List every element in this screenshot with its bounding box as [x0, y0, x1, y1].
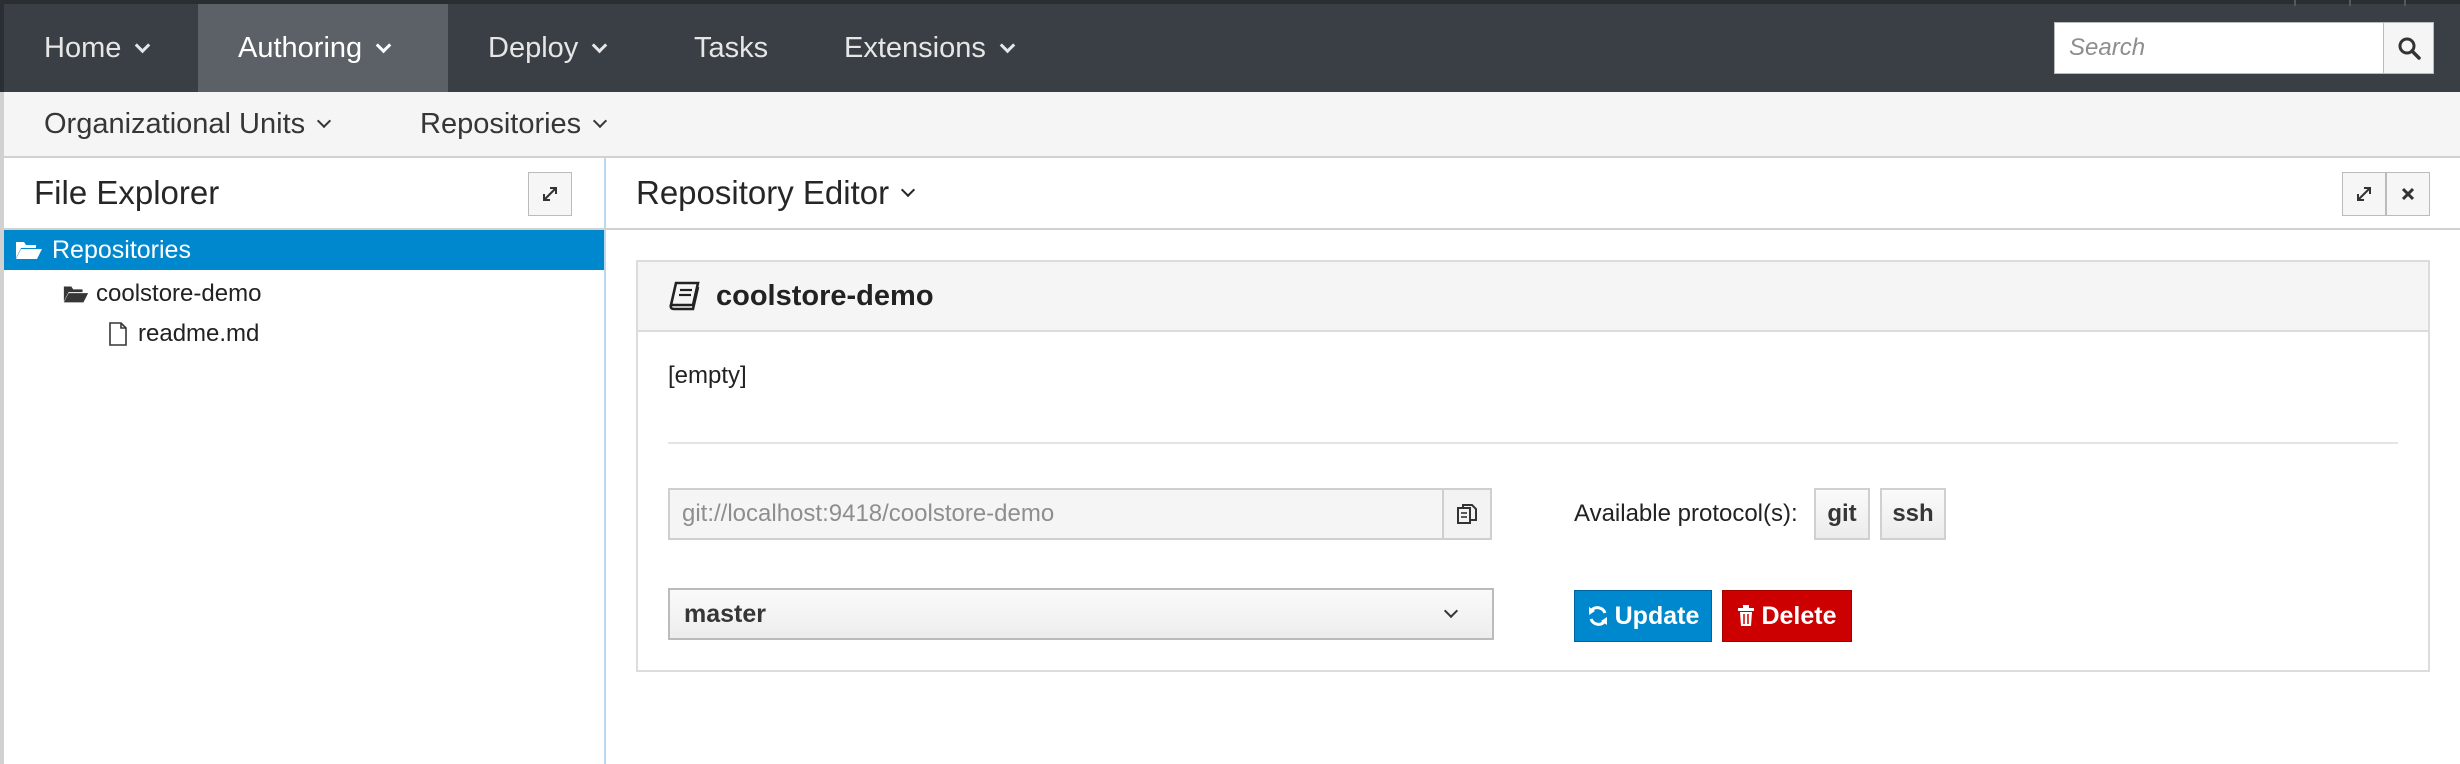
- clone-url-field[interactable]: [668, 488, 1442, 540]
- chevron-down-icon: [999, 37, 1016, 53]
- nav-tasks-label: Tasks: [694, 31, 769, 64]
- chevron-down-icon: [593, 113, 608, 129]
- search-icon: [2398, 37, 2421, 60]
- nav-authoring-label: Authoring: [238, 31, 363, 64]
- copy-url-button[interactable]: [1442, 488, 1492, 540]
- tree-item-coolstore-demo[interactable]: coolstore-demo: [62, 280, 261, 308]
- copy-icon: [1457, 504, 1477, 524]
- nav-deploy[interactable]: Deploy: [448, 4, 645, 92]
- tree-item-label: coolstore-demo: [96, 280, 262, 307]
- nav-extensions[interactable]: Extensions: [804, 4, 1053, 92]
- nav-home-label: Home: [44, 31, 122, 64]
- clone-url-group: [668, 488, 1492, 540]
- chevron-down-icon: [1443, 603, 1459, 619]
- expand-icon: [543, 187, 557, 201]
- update-button[interactable]: Update: [1574, 590, 1712, 642]
- trash-icon: [1737, 605, 1755, 627]
- repository-editor-panel: Repository Editor coolstore-demo [empty]: [606, 158, 2460, 764]
- protocol-git-button[interactable]: git: [1814, 488, 1870, 540]
- branch-select[interactable]: master: [668, 588, 1494, 640]
- search-input[interactable]: [2054, 22, 2384, 74]
- update-button-label: Update: [1614, 601, 1700, 630]
- file-explorer-panel: File Explorer Repositories coolstore-dem…: [0, 158, 606, 764]
- repository-card: coolstore-demo [empty] Available protoco…: [636, 260, 2430, 672]
- folder-open-icon: [63, 286, 89, 303]
- refresh-icon: [1587, 605, 1609, 627]
- repository-card-header: coolstore-demo: [638, 262, 2428, 332]
- book-icon: [669, 281, 700, 311]
- strip-divider: [2294, 0, 2296, 6]
- card-divider: [668, 442, 2398, 444]
- nav-deploy-label: Deploy: [488, 31, 579, 64]
- secondary-navbar: Organizational Units Repositories: [0, 92, 2460, 158]
- nav-home[interactable]: Home: [4, 4, 202, 92]
- chevron-down-icon: [375, 37, 392, 53]
- repository-name: coolstore-demo: [716, 279, 934, 312]
- file-explorer-expand-button[interactable]: [528, 172, 572, 216]
- tree-item-repositories[interactable]: Repositories: [4, 230, 604, 270]
- tree-item-readme[interactable]: readme.md: [108, 320, 259, 348]
- repository-editor-expand-button[interactable]: [2342, 172, 2386, 216]
- panel-divider: [606, 228, 2460, 230]
- file-explorer-title: File Explorer: [34, 174, 220, 211]
- search-box: [2054, 22, 2434, 74]
- delete-button-label: Delete: [1761, 601, 1837, 630]
- chevron-down-icon: [901, 182, 916, 198]
- close-icon: [2401, 187, 2415, 201]
- repository-description: [empty]: [668, 362, 747, 389]
- chevron-down-icon: [592, 37, 608, 53]
- protocols-label: Available protocol(s):: [1574, 500, 1798, 527]
- subnav-organizational-units-label: Organizational Units: [44, 107, 306, 140]
- strip-divider: [2404, 0, 2406, 6]
- repository-editor-close-button[interactable]: [2386, 172, 2430, 216]
- nav-authoring[interactable]: Authoring: [198, 4, 448, 92]
- repository-editor-title[interactable]: Repository Editor: [636, 174, 916, 212]
- strip-divider: [2349, 0, 2351, 6]
- subnav-repositories-label: Repositories: [420, 107, 582, 140]
- chevron-down-icon: [135, 37, 151, 53]
- search-button[interactable]: [2384, 22, 2434, 74]
- file-icon: [109, 322, 127, 346]
- tree-item-label: Repositories: [52, 235, 191, 264]
- delete-button[interactable]: Delete: [1722, 590, 1852, 642]
- protocol-ssh-button[interactable]: ssh: [1880, 488, 1946, 540]
- folder-open-icon: [16, 242, 42, 259]
- top-navbar: Home Authoring Deploy Tasks Extensions: [0, 0, 2460, 92]
- nav-tasks[interactable]: Tasks: [654, 4, 808, 92]
- tree-item-label: readme.md: [138, 320, 260, 347]
- nav-extensions-label: Extensions: [844, 31, 986, 64]
- expand-icon: [2357, 187, 2371, 201]
- chevron-down-icon: [317, 113, 332, 129]
- branch-select-value: master: [684, 599, 766, 628]
- repository-editor-title-label: Repository Editor: [636, 174, 890, 211]
- subnav-organizational-units[interactable]: Organizational Units: [44, 92, 332, 156]
- subnav-repositories[interactable]: Repositories: [420, 92, 608, 156]
